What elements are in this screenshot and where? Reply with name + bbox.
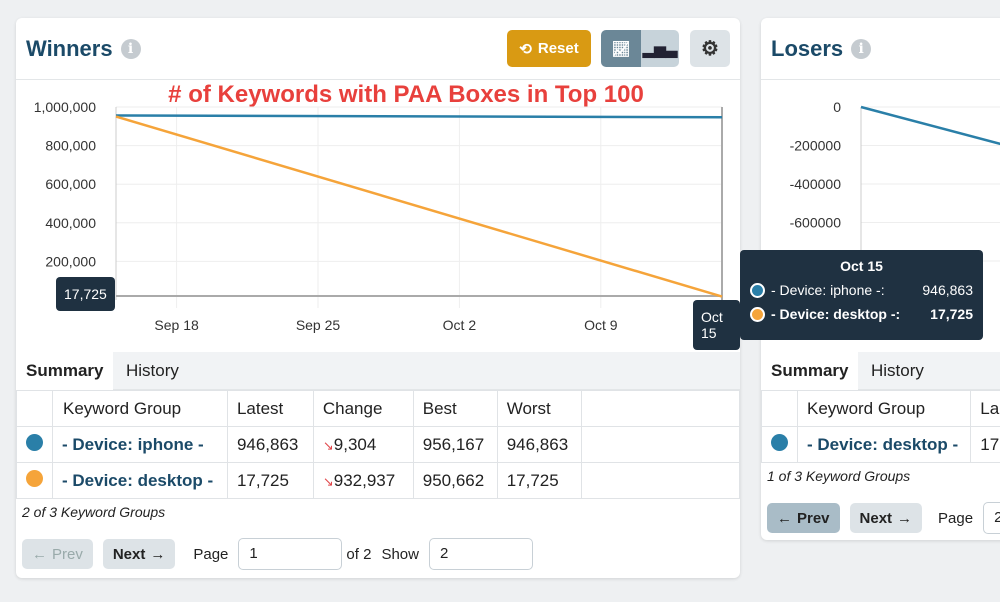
table-header: Keyword Group Latest Change Best Worst <box>16 390 740 427</box>
col-keyword-group[interactable]: Keyword Group <box>52 390 228 427</box>
page-input[interactable]: 1 <box>238 538 343 570</box>
col-latest[interactable]: La <box>970 390 1000 427</box>
undo-icon: ⟲ <box>519 40 532 58</box>
col-keyword-group[interactable]: Keyword Group <box>796 390 972 427</box>
series-dot <box>26 433 43 451</box>
y-tick-label: 200,000 <box>45 253 96 269</box>
settings-button[interactable]: ⚙ <box>690 30 730 67</box>
show-label: Show <box>381 545 419 563</box>
series-dot <box>771 433 788 451</box>
prev-button[interactable]: ← Prev <box>767 503 840 533</box>
y-tick-label: 1,000,000 <box>34 99 96 115</box>
winners-table: Keyword Group Latest Change Best Worst - Dev… <box>16 390 740 499</box>
x-tick-label: Oct 9 <box>584 317 618 333</box>
next-button[interactable]: Next → <box>102 539 176 569</box>
prev-button[interactable]: ← Prev <box>22 539 93 569</box>
chart-title: # of Keywords with PAA Boxes in Top 100 <box>168 81 644 108</box>
winners-panel: Winners i ⟲ Reset 📈︎ ▂▅▃ ⚙ # of Keywords w… <box>16 18 740 578</box>
tooltip-row: - Device: desktop -: 17,725 <box>750 306 973 322</box>
y-tick-label: -600000 <box>790 215 842 231</box>
x-tick-label: Sep 25 <box>296 317 341 333</box>
y-tick-label: 0 <box>833 99 841 115</box>
col-best[interactable]: Best <box>412 390 498 427</box>
series-line-1 <box>115 115 723 298</box>
winners-tabs: Summary History <box>16 352 740 390</box>
y-axis-tooltip: 17,725 <box>56 277 115 311</box>
y-tick-label: 600,000 <box>45 176 96 192</box>
line-chart-icon: 📈︎ <box>611 40 631 58</box>
series-dot <box>26 469 43 487</box>
trend-down-icon: ↘ <box>322 437 334 453</box>
y-tick-label: -200000 <box>790 138 842 154</box>
chart-tooltip: Oct 15 - Device: iphone -: 946,863 - Devi… <box>740 250 983 340</box>
group-count: 1 of 3 Keyword Groups <box>767 468 911 484</box>
losers-table: Keyword Group La - Device: desktop -17 <box>761 390 1000 463</box>
col-worst[interactable]: Worst <box>496 390 582 427</box>
info-icon[interactable]: i <box>851 39 872 59</box>
table-row[interactable]: - Device: iphone -946,863 ↘9,304 956,167 94… <box>16 426 740 463</box>
tab-summary[interactable]: Summary <box>761 352 859 390</box>
page-label: Page <box>193 545 229 563</box>
series-line-0 <box>115 114 723 119</box>
col-latest[interactable]: Latest <box>226 390 314 427</box>
page-input[interactable]: 2 <box>983 502 1000 534</box>
series-line-0 <box>860 105 1000 146</box>
y-tick-label: -400000 <box>790 176 842 192</box>
next-button[interactable]: Next → <box>849 503 923 533</box>
x-axis-tooltip: Oct 15 <box>693 300 740 350</box>
bar-chart-icon: ▂▅▃ <box>642 40 678 58</box>
table-row[interactable]: - Device: desktop -17,725 ↘932,937 950,662… <box>16 462 740 499</box>
keyword-group-link[interactable]: - Device: desktop - <box>796 426 972 463</box>
x-tick-label: Sep 18 <box>154 317 199 333</box>
winners-chart: # of Keywords with PAA Boxes in Top 100 1… <box>34 81 723 333</box>
panel-title: Winners i <box>26 36 141 62</box>
gear-icon: ⚙ <box>701 38 719 60</box>
info-icon[interactable]: i <box>120 39 141 59</box>
x-tick-label: Oct 2 <box>443 317 477 333</box>
col-change[interactable]: Change <box>312 390 414 427</box>
trend-down-icon: ↘ <box>322 473 334 489</box>
winners-header: Winners i ⟲ Reset 📈︎ ▂▅▃ ⚙ <box>16 18 740 80</box>
pagination: ← Prev Next → Page 1 of 2 Show 2 <box>22 538 533 570</box>
reset-button[interactable]: ⟲ Reset <box>507 30 591 67</box>
panel-title: Losers i <box>771 36 872 62</box>
tab-history[interactable]: History <box>116 352 189 390</box>
tooltip-row: - Device: iphone -: 946,863 <box>750 282 973 298</box>
table-row[interactable]: - Device: desktop -17 <box>761 426 1000 463</box>
show-input[interactable]: 2 <box>428 538 533 570</box>
keyword-group-link[interactable]: - Device: iphone - <box>52 426 228 463</box>
group-count: 2 of 3 Keyword Groups <box>22 504 166 520</box>
tab-history[interactable]: History <box>861 352 934 390</box>
tab-summary[interactable]: Summary <box>16 352 114 390</box>
page-count: of 2 <box>346 545 372 563</box>
y-tick-label: 400,000 <box>45 215 96 231</box>
bar-chart-toggle[interactable]: ▂▅▃ <box>641 30 679 67</box>
keyword-group-link[interactable]: - Device: desktop - <box>52 462 228 499</box>
y-tick-label: 800,000 <box>45 138 96 154</box>
line-chart-toggle[interactable]: 📈︎ <box>601 30 641 67</box>
